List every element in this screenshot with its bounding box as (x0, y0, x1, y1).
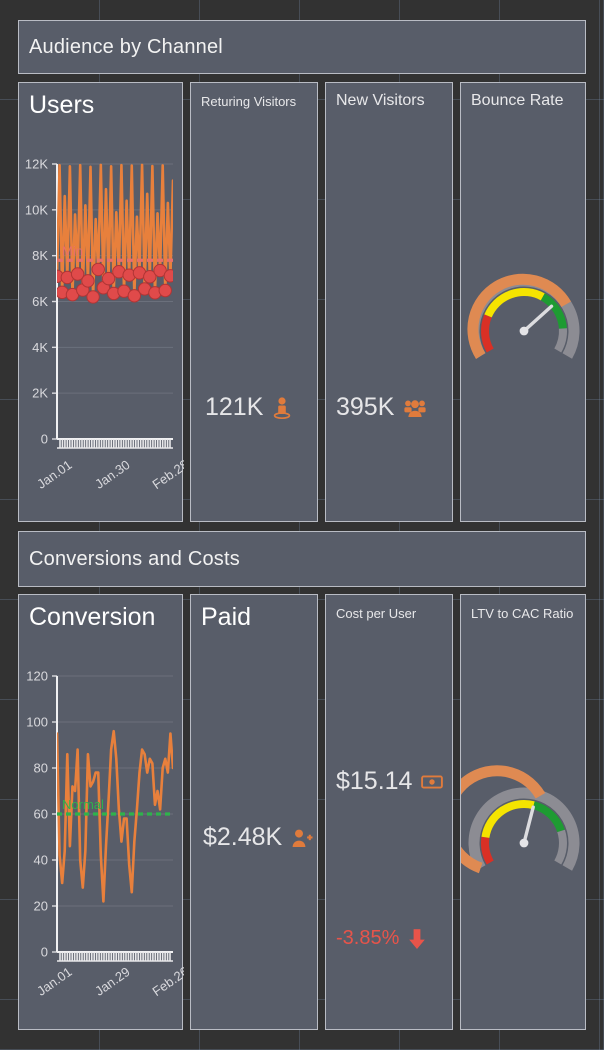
svg-text:6K: 6K (32, 294, 48, 309)
section-title: Audience by Channel (29, 35, 223, 58)
money-icon (421, 774, 444, 790)
arrow-down-icon (408, 928, 426, 950)
svg-text:60: 60 (34, 807, 48, 822)
person-icon (272, 396, 292, 420)
svg-text:Min: Min (62, 243, 83, 258)
bounce-rate-gauge (467, 273, 580, 359)
svg-text:120: 120 (26, 669, 48, 684)
kpi-value: 121K (205, 393, 264, 421)
section-title: Conversions and Costs (29, 547, 240, 570)
svg-text:Jan.01: Jan.01 (34, 964, 75, 999)
svg-text:0: 0 (41, 432, 48, 447)
panel-title-returning-visitors: Returing Visitors (201, 94, 297, 109)
kpi-paid: $2.48K (203, 823, 313, 852)
kpi-new-visitors: 395K (336, 393, 427, 422)
panel-new-visitors[interactable]: New Visitors 395K (325, 82, 453, 522)
panel-conversion[interactable]: Conversion 0 20 40 60 80 100 120 Normal Jan.01 Ja… (18, 594, 184, 1030)
add-user-icon (291, 828, 313, 848)
svg-text:12K: 12K (25, 157, 48, 172)
panel-users[interactable]: Users 0 2K 4K 6K 8K 10K 12K Min Jan.01 Jan.30 Feb.… (18, 82, 184, 522)
panel-title-new-visitors: New Visitors (336, 92, 425, 109)
svg-text:80: 80 (34, 761, 48, 776)
svg-text:Normal: Normal (62, 797, 104, 812)
people-group-icon (403, 398, 427, 418)
svg-text:Jan.01: Jan.01 (34, 457, 75, 492)
users-line-chart: 0 2K 4K 6K 8K 10K 12K Min Jan.01 Jan.30 Feb.28 (25, 157, 184, 493)
svg-text:0: 0 (41, 945, 48, 960)
svg-text:Jan.30: Jan.30 (92, 457, 133, 492)
svg-text:8K: 8K (32, 248, 48, 263)
conversion-line-chart: 0 20 40 60 80 100 120 Normal Jan.01 Jan.29 Feb.26 (26, 669, 184, 1000)
svg-text:Jan.29: Jan.29 (92, 964, 133, 999)
svg-text:20: 20 (34, 899, 48, 914)
kpi-value: 395K (336, 393, 395, 421)
svg-text:10K: 10K (25, 202, 48, 217)
panel-returning-visitors[interactable]: Returing Visitors 121K (190, 82, 318, 522)
svg-text:2K: 2K (32, 386, 48, 401)
svg-text:Feb.26: Feb.26 (150, 964, 184, 1000)
svg-text:Feb.28: Feb.28 (150, 457, 184, 493)
ltv-to-cac-gauge (461, 765, 580, 874)
kpi-value: $2.48K (203, 823, 283, 851)
delta-value: -3.85% (336, 927, 400, 949)
panel-cost-per-user[interactable]: Cost per User $15.14 -3.85% (325, 594, 453, 1030)
kpi-value: $15.14 (336, 767, 413, 795)
kpi-cost-per-user: $15.14 (336, 767, 444, 796)
kpi-returning-visitors: 121K (205, 393, 292, 422)
panel-bounce-rate[interactable]: Bounce Rate (460, 82, 586, 522)
svg-text:100: 100 (26, 715, 48, 730)
kpi-cost-per-user-delta: -3.85% (336, 927, 426, 950)
svg-text:4K: 4K (32, 340, 48, 355)
panel-ltv-to-cac-ratio[interactable]: LTV to CAC Ratio (460, 594, 586, 1030)
section-header-conversions: Conversions and Costs (18, 531, 586, 587)
panel-paid[interactable]: Paid $2.48K (190, 594, 318, 1030)
section-header-audience: Audience by Channel (18, 20, 586, 74)
svg-text:40: 40 (34, 853, 48, 868)
panel-title-cost-per-user: Cost per User (336, 606, 417, 621)
panel-title-paid: Paid (201, 603, 252, 631)
